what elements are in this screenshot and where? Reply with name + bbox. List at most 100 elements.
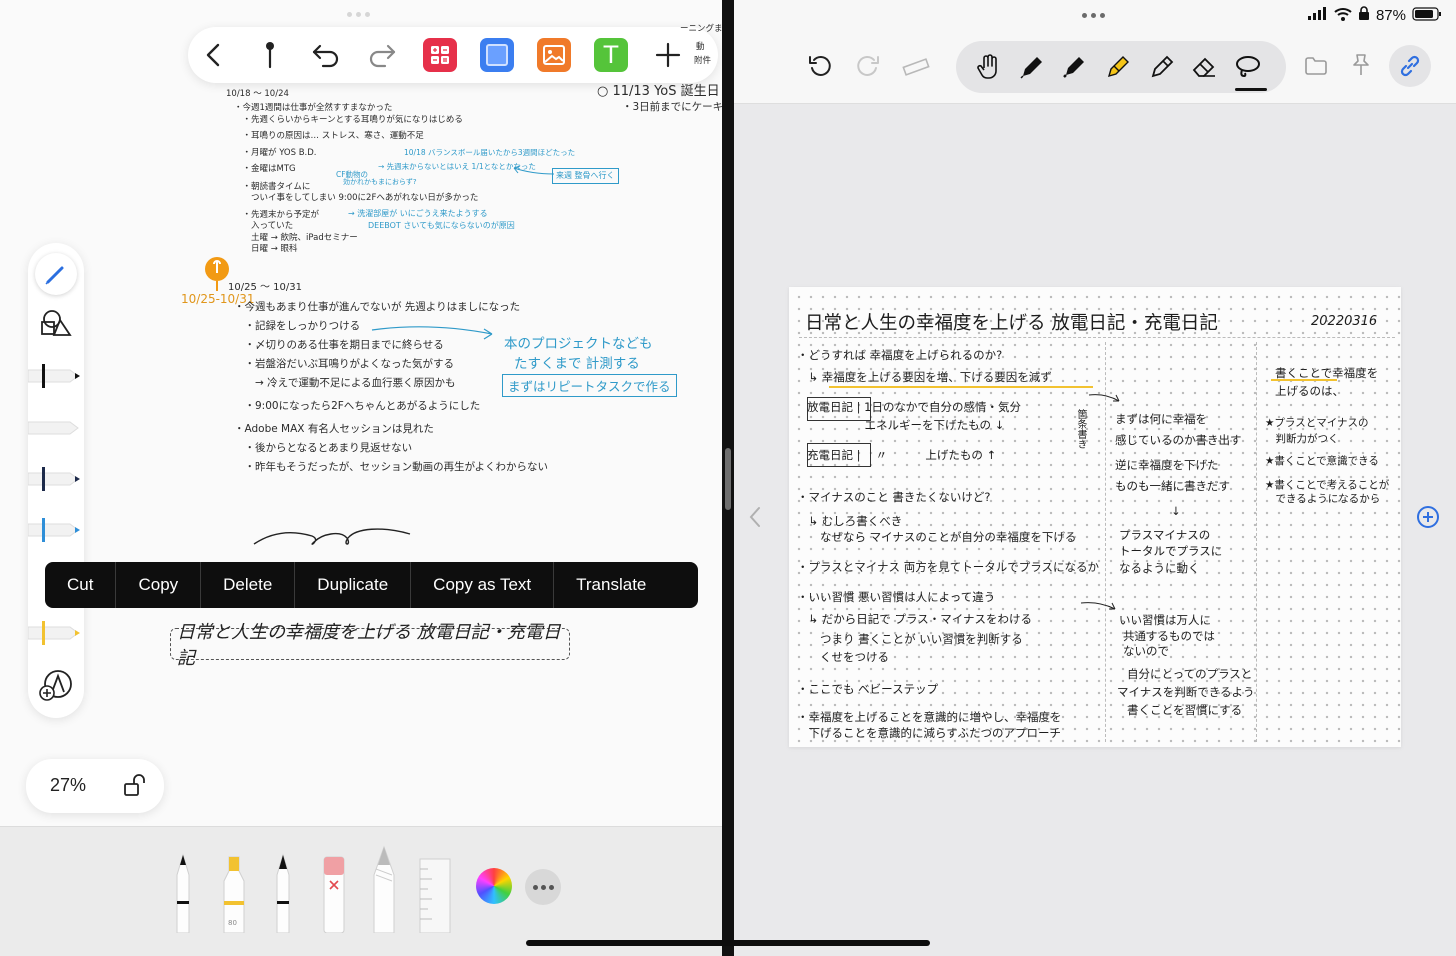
note-annotation: 本のプロジェクトなども xyxy=(504,336,653,352)
redo-icon[interactable] xyxy=(856,54,880,82)
list-item: ★書くことで意識できる xyxy=(1265,455,1379,467)
calculator-app-icon[interactable] xyxy=(422,37,458,73)
pen-preset-blue[interactable] xyxy=(27,510,84,550)
multitask-grabber-left[interactable] xyxy=(347,12,370,17)
pin-icon[interactable] xyxy=(1350,53,1372,81)
signal-icon xyxy=(1307,7,1328,24)
pen-preset-navy[interactable] xyxy=(27,459,84,499)
list-item: ↳ 幸福度を上げる要因を増、下げる要因を減ず xyxy=(797,370,1052,384)
pen-icon[interactable] xyxy=(35,253,77,295)
lasso-icon[interactable] xyxy=(1232,51,1264,83)
folder-icon[interactable] xyxy=(1304,56,1328,80)
unlock-icon[interactable] xyxy=(122,773,148,803)
list-item: ↳ むしろ書くべき xyxy=(797,514,903,528)
chevron-left-icon[interactable] xyxy=(196,37,232,73)
ruler-icon[interactable] xyxy=(902,55,930,83)
marker-icon[interactable] xyxy=(1058,51,1090,83)
pencil-tool-icon[interactable] xyxy=(370,845,398,937)
copy-menu-item[interactable]: Copy xyxy=(116,562,202,608)
square-app-icon[interactable] xyxy=(479,37,515,73)
page-title: 日常と人生の幸福度を上げる 放電日記・充電日記 xyxy=(805,313,1218,334)
pen-tool-icon[interactable] xyxy=(170,853,196,937)
battery-percentage: 87% xyxy=(1375,7,1406,24)
pen-icon[interactable] xyxy=(1016,51,1048,83)
text-app-icon[interactable]: T xyxy=(593,37,629,73)
image-app-icon[interactable] xyxy=(536,37,572,73)
copy-as-text-menu-item[interactable]: Copy as Text xyxy=(411,562,555,608)
pen-preset-white[interactable] xyxy=(27,408,84,448)
highlight-underline xyxy=(1271,379,1337,381)
list-item: ・今週もあまり仕事が進んでないが 先週よりはましになった xyxy=(234,301,521,313)
highlight-underline xyxy=(829,386,1093,388)
ruler-tool-icon[interactable] xyxy=(418,857,452,937)
eraser-tool-icon[interactable] xyxy=(320,853,348,937)
cut-menu-item[interactable]: Cut xyxy=(45,562,117,608)
list-item: ↳ だから日記で プラス・マイナスをわける xyxy=(797,612,1032,626)
note-fragment: ・3日前までにケーキ xyxy=(622,101,722,113)
multitask-grabber-right[interactable] xyxy=(1082,13,1105,18)
wifi-icon xyxy=(1334,7,1352,25)
delete-menu-item[interactable]: Delete xyxy=(201,562,296,608)
list-item: ・どうすれば 幸福度を上げられるのか? xyxy=(797,348,1003,362)
shapes-icon[interactable] xyxy=(40,308,72,342)
hand-icon[interactable] xyxy=(972,51,1004,83)
zoom-level: 27% xyxy=(50,775,87,795)
list-item: ついイ事をしてしまい 9:00に2Fへあがれない日が多かった xyxy=(234,193,479,203)
list-item: ないので xyxy=(1123,644,1169,658)
fountain-pen-tool-icon[interactable] xyxy=(270,853,296,937)
link-icon[interactable] xyxy=(1389,45,1431,87)
list-item: 感じているのか書き出す xyxy=(1115,433,1242,447)
note-boxed-todo: まずはリピートタスクで作る xyxy=(502,374,677,397)
pen-preset-yellow[interactable] xyxy=(27,613,84,653)
arrow-icon xyxy=(371,326,493,340)
list-item: 上げるのは、 xyxy=(1275,384,1344,398)
side-note: 箇条書き xyxy=(1075,409,1086,449)
orientation-lock-icon xyxy=(1358,6,1370,25)
eraser-icon[interactable] xyxy=(1188,51,1220,83)
note-annotation: 効かれかもまにおらず? xyxy=(343,178,417,186)
translate-menu-item[interactable]: Translate xyxy=(554,562,668,608)
pencil-icon[interactable] xyxy=(1146,51,1178,83)
pin-icon[interactable] xyxy=(252,37,288,73)
list-item: くせをつける xyxy=(797,650,889,664)
plus-icon[interactable] xyxy=(650,37,686,73)
battery-icon xyxy=(1412,6,1442,25)
note-fragment: 動 xyxy=(696,42,705,52)
undo-icon[interactable] xyxy=(808,54,832,82)
note-fragment: 附件 xyxy=(694,56,712,66)
split-view-handle[interactable] xyxy=(725,448,731,510)
right-pane-notes-app: 87% 日常と人生の幸福度を上げる 放電日記・充電日記 20220316 ・どう… xyxy=(734,0,1456,956)
list-item: ・プラスとマイナス 両方を見てトータルでプラスになるか xyxy=(797,560,1099,574)
redo-icon[interactable] xyxy=(364,37,400,73)
selected-tool-indicator xyxy=(1235,88,1267,91)
list-item: いい習慣は万人に xyxy=(1119,613,1211,627)
lasso-selected-ink[interactable]: 日常と人生の幸福度を上げる 放電日記・充電日記 xyxy=(170,622,570,669)
list-item: 逆に幸福度を下げた xyxy=(1115,458,1219,472)
list-item: ・いい習慣 悪い習慣は人によって違う xyxy=(797,590,996,604)
list-item: ・幸福度を上げることを意識的に増やし、幸福度を xyxy=(797,710,1062,724)
home-indicator[interactable] xyxy=(526,940,930,946)
highlighter-tool-icon[interactable]: 80 xyxy=(220,853,248,937)
list-item: 日曜 → 眼科 xyxy=(234,244,298,254)
add-circle-icon[interactable] xyxy=(1416,505,1440,533)
discharge-box xyxy=(807,397,871,421)
pen-preset-black[interactable] xyxy=(27,356,84,396)
left-pane-goodnotes: T ーニングま 動 附件 ○ 11/13 YoS 誕生日 ・3日前までにケーキ … xyxy=(0,0,722,956)
undo-icon[interactable] xyxy=(308,37,344,73)
list-item: なぜなら マイナスのことが自分の幸福度を下げる xyxy=(797,530,1077,544)
list-item: トータルでプラスに xyxy=(1119,544,1223,558)
duplicate-menu-item[interactable]: Duplicate xyxy=(295,562,412,608)
chevron-left-icon[interactable] xyxy=(746,505,764,533)
more-icon[interactable] xyxy=(525,869,561,905)
arrow-icon xyxy=(1088,394,1120,402)
list-item: → 冷えで運動不足による血行悪く原因かも xyxy=(234,377,456,389)
note-annotation: → 洗濯部屋が いにごうえ来たようする xyxy=(348,209,488,218)
note-page-canvas[interactable]: 日常と人生の幸福度を上げる 放電日記・充電日記 20220316 ・どうすれば … xyxy=(789,287,1401,747)
color-picker-icon[interactable] xyxy=(476,868,512,904)
floating-toolbar: T xyxy=(188,27,718,83)
list-item: つまり 書くことが いい習慣を判断する xyxy=(797,632,1023,646)
list-item: まずは何に幸福を xyxy=(1115,412,1207,426)
note-annotation: 10/18 バランスボール届いたから3週間ほどたった xyxy=(404,148,576,157)
highlighter-icon[interactable] xyxy=(1102,51,1134,83)
add-tool-icon[interactable] xyxy=(38,668,74,706)
